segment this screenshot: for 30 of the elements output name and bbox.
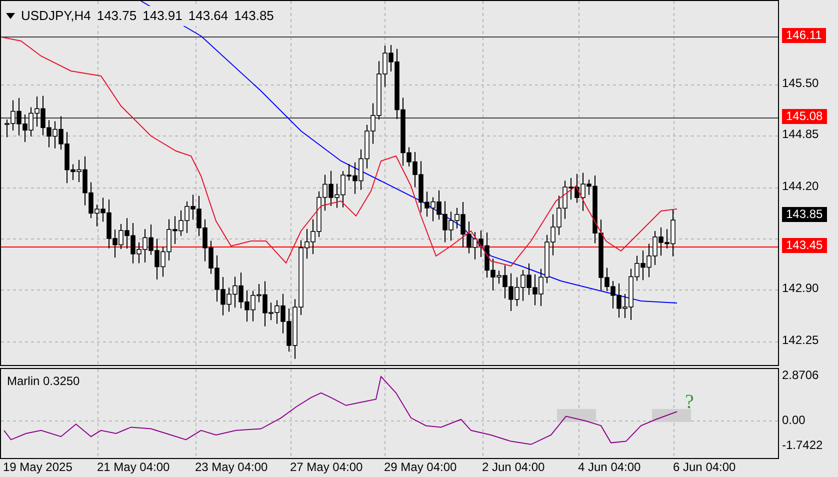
price-tick-label: 142.25 — [782, 333, 819, 348]
level-price-tag: 146.11 — [782, 28, 826, 43]
time-tick-label: 2 Jun 04:00 — [482, 460, 545, 475]
indicator-name: Marlin 0.3250 — [7, 373, 80, 390]
time-tick-label: 23 May 04:00 — [195, 460, 268, 475]
symbol-label: USDJPY,H4 — [21, 7, 91, 25]
time-tick-label: 4 Jun 04:00 — [578, 460, 641, 475]
time-tick-label: 19 May 2025 — [3, 460, 72, 475]
time-tick-label: 6 Jun 04:00 — [673, 460, 736, 475]
time-tick-label: 27 May 04:00 — [290, 460, 363, 475]
indicator-tick-label: 0.00 — [782, 413, 806, 428]
indicator-tick-label: 2.8706 — [782, 368, 819, 383]
close-price: 143.85 — [234, 7, 274, 25]
dropdown-triangle-icon[interactable] — [6, 12, 15, 19]
price-tick-label: 144.20 — [782, 179, 819, 194]
low-price: 143.64 — [188, 7, 228, 25]
indicator-tick-label: -1.7422 — [782, 438, 823, 453]
price-tick-label: 144.85 — [782, 127, 819, 142]
price-tick-label: 142.90 — [782, 281, 819, 296]
high-price: 143.91 — [142, 7, 182, 25]
highlight-rectangle — [557, 409, 596, 422]
highlight-rectangle — [652, 409, 691, 422]
time-tick-label: 21 May 04:00 — [97, 460, 170, 475]
current-price-tag: 143.85 — [782, 207, 827, 222]
question-mark-annotation: ? — [685, 391, 694, 413]
level-price-tag: 143.45 — [782, 238, 827, 253]
time-tick-label: 29 May 04:00 — [384, 460, 457, 475]
open-price: 143.75 — [96, 7, 137, 25]
level-price-tag: 145.08 — [782, 109, 827, 124]
price-tick-label: 145.50 — [782, 76, 819, 91]
